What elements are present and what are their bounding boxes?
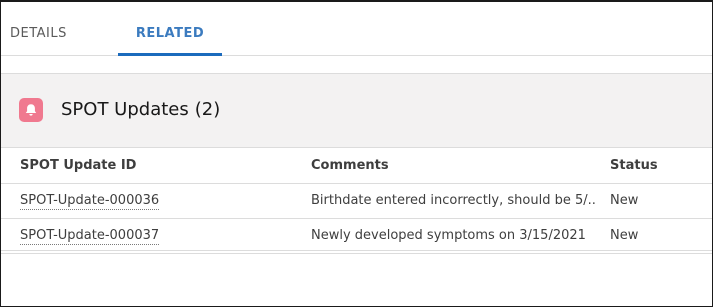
tab-related-label: RELATED — [135, 26, 205, 41]
record-count: (2) — [194, 99, 221, 120]
status-cell: New — [610, 228, 639, 243]
card-title[interactable]: SPOT Updates (2) — [61, 97, 220, 123]
comments-cell: Birthdate entered incorrectly, should be… — [311, 193, 596, 208]
spot-update-link[interactable]: SPOT-Update-000037 — [20, 228, 160, 245]
spot-update-id-cell: SPOT-Update-000037 — [20, 219, 290, 253]
bell-icon — [19, 98, 43, 122]
column-header-status: Status — [610, 158, 658, 173]
spot-update-link[interactable]: SPOT-Update-000036 — [20, 193, 160, 210]
status-cell: New — [610, 193, 639, 208]
card-header: SPOT Updates (2) — [1, 74, 712, 148]
tab-bar: DETAILS RELATED — [1, 2, 712, 56]
table-row: SPOT-Update-000037 Newly developed sympt… — [1, 219, 712, 254]
related-list-table: SPOT Update ID Comments Status SPOT-Upda… — [1, 148, 712, 254]
window-frame: DETAILS RELATED SPOT Updates (2) SPOT Upd… — [0, 0, 713, 307]
table-row: SPOT-Update-000036 Birthdate entered inc… — [1, 184, 712, 219]
spot-updates-related-list: SPOT Updates (2) SPOT Update ID Comments … — [1, 73, 712, 254]
comments-cell: Newly developed symptoms on 3/15/2021 — [311, 228, 586, 243]
active-tab-indicator — [118, 53, 222, 56]
column-header-spot-update-id: SPOT Update ID — [20, 158, 137, 173]
tab-details[interactable]: DETAILS — [10, 2, 67, 55]
card-title-text[interactable]: SPOT Updates — [61, 99, 189, 120]
spot-update-id-cell: SPOT-Update-000036 — [20, 184, 290, 218]
column-header-comments: Comments — [311, 158, 389, 173]
table-header-row: SPOT Update ID Comments Status — [1, 148, 712, 184]
tab-related[interactable]: RELATED — [118, 2, 222, 56]
